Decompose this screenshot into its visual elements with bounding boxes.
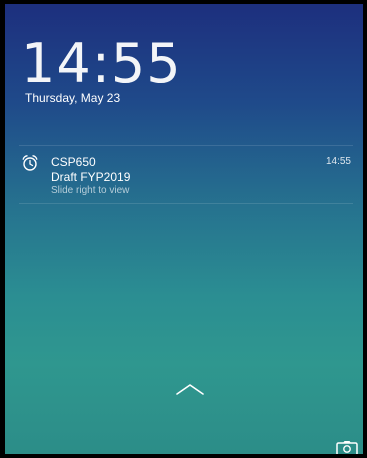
notification-hint: Slide right to view [51, 185, 130, 196]
notification-card[interactable]: CSP650 Draft FYP2019 Slide right to view… [17, 149, 353, 205]
notification-divider-top [19, 145, 353, 146]
alarm-clock-icon [21, 154, 39, 172]
notification-title: Draft FYP2019 [51, 170, 131, 184]
camera-icon[interactable] [336, 440, 358, 454]
lock-screen: 14:55 Thursday, May 23 CSP650 Draft FYP2… [5, 4, 363, 454]
lockscreen-clock: 14:55 [21, 32, 182, 95]
chevron-up-icon[interactable] [174, 382, 206, 396]
notification-time: 14:55 [325, 156, 351, 167]
notification-app-name: CSP650 [51, 155, 96, 169]
lockscreen-date: Thursday, May 23 [25, 91, 121, 105]
notification-divider-bottom [19, 203, 353, 204]
